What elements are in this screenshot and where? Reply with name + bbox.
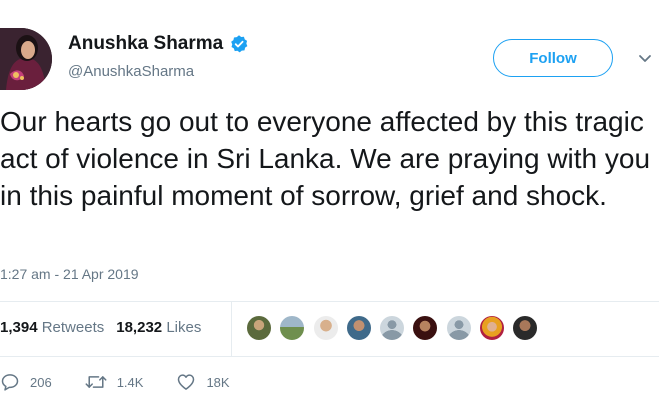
divider-top xyxy=(0,301,659,302)
retweet-count: 1.4K xyxy=(116,374,144,390)
liker-avatar-default[interactable] xyxy=(378,314,407,342)
avatar-photo xyxy=(0,28,52,90)
liker-avatar[interactable] xyxy=(344,314,373,342)
tweet-text: Our hearts go out to everyone affected b… xyxy=(0,106,651,211)
retweets-label: Retweets xyxy=(41,319,105,336)
reply-button[interactable]: 206 xyxy=(0,372,52,392)
liker-avatar[interactable] xyxy=(245,314,273,342)
tweet-timestamp[interactable]: 1:27 am - 21 Apr 2019 xyxy=(0,266,139,282)
like-count: 18K xyxy=(206,374,230,390)
liker-avatar-default[interactable] xyxy=(444,314,473,342)
divider-bottom xyxy=(0,356,659,357)
retweets-count: 1,394 xyxy=(0,319,38,336)
retweet-button[interactable]: 1.4K xyxy=(85,372,144,392)
engagement-stats: 1,394 Retweets 18,232 Likes xyxy=(0,319,201,336)
retweet-icon xyxy=(85,376,107,388)
liker-avatars xyxy=(245,314,545,342)
likes-label: Likes xyxy=(166,319,202,336)
author-handle[interactable]: @AnushkaSharma xyxy=(68,63,194,80)
likes-count: 18,232 xyxy=(116,319,163,336)
likes-stat[interactable]: 18,232 Likes xyxy=(116,319,201,336)
liker-avatar[interactable] xyxy=(511,314,540,342)
tweet-actions: 206 1.4K 18K xyxy=(0,372,263,392)
stats-divider xyxy=(231,302,232,356)
author-name[interactable]: Anushka Sharma xyxy=(68,33,223,55)
chevron-down-icon[interactable] xyxy=(638,54,652,64)
retweets-stat[interactable]: 1,394 Retweets xyxy=(0,319,104,336)
verified-badge-icon xyxy=(231,35,248,53)
reply-icon xyxy=(1,374,19,391)
like-button[interactable]: 18K xyxy=(176,372,230,392)
liker-avatar[interactable] xyxy=(278,314,307,342)
reply-count: 206 xyxy=(30,374,52,390)
liker-avatar[interactable] xyxy=(411,314,440,342)
liker-avatar[interactable] xyxy=(478,314,507,342)
follow-button[interactable]: Follow xyxy=(493,39,613,77)
author-avatar[interactable] xyxy=(0,28,52,90)
heart-icon xyxy=(178,374,195,390)
author-name-row[interactable]: Anushka Sharma xyxy=(68,33,249,55)
liker-avatar[interactable] xyxy=(311,314,340,342)
